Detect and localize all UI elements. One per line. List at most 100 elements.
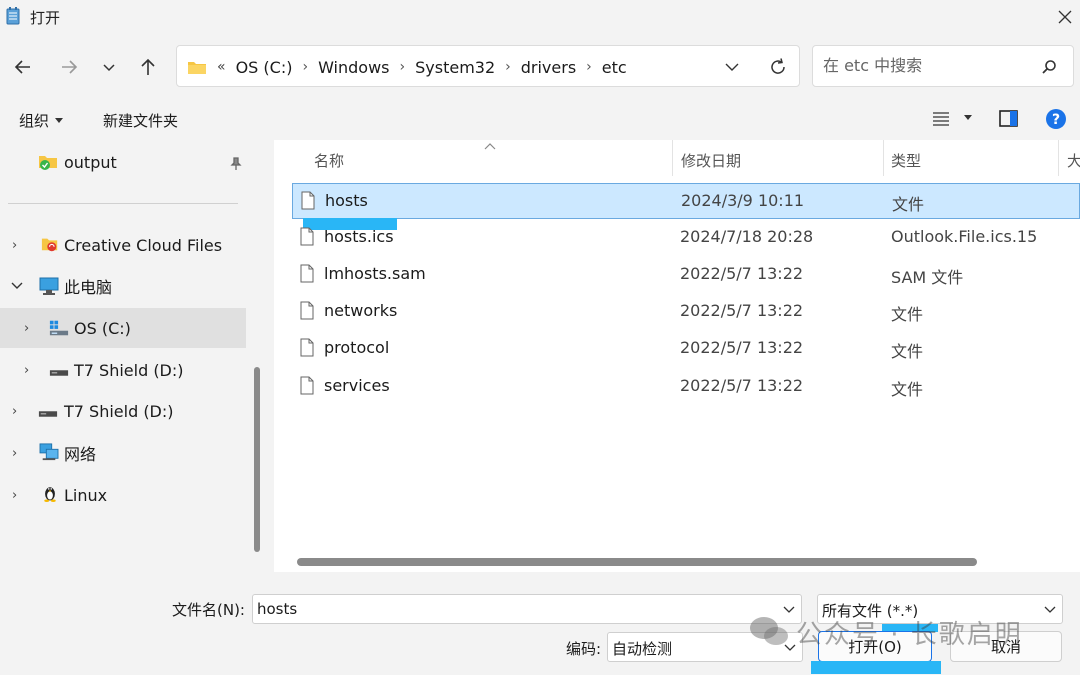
file-type: 文件 — [891, 380, 924, 399]
close-icon — [1058, 10, 1072, 24]
chevron-right-icon: › — [399, 59, 406, 75]
wechat-logo-icon — [750, 617, 788, 645]
address-history-button[interactable] — [717, 52, 747, 82]
file-row[interactable]: hosts 2024/3/9 10:11 文件 — [292, 183, 1080, 219]
forward-button[interactable] — [54, 52, 84, 82]
file-row[interactable]: lmhosts.sam 2022/5/7 13:22 SAM 文件 — [292, 257, 1080, 293]
sidebar-item-t7-shield[interactable]: › T7 Shield (D:) — [0, 391, 246, 431]
column-divider[interactable] — [672, 140, 673, 176]
chevron-right-icon[interactable]: › — [12, 488, 17, 503]
folder-sync-icon — [39, 156, 57, 170]
file-icon — [300, 301, 314, 320]
chevron-right-icon: › — [586, 59, 592, 75]
column-divider[interactable] — [883, 140, 884, 176]
breadcrumb-overflow[interactable]: « — [217, 59, 226, 75]
breadcrumb: « OS (C:) › Windows › System32 › drivers… — [187, 46, 627, 88]
chevron-right-icon[interactable]: › — [12, 404, 17, 419]
refresh-button[interactable] — [763, 52, 793, 82]
divider — [8, 203, 238, 204]
arrow-up-icon — [141, 58, 155, 75]
svg-text:?: ? — [1052, 112, 1060, 128]
file-type: SAM 文件 — [891, 268, 964, 287]
file-type: Outlook.File.ics.15 — [891, 227, 1038, 246]
preview-pane-button[interactable] — [999, 110, 1019, 132]
help-button[interactable]: ? — [1045, 108, 1067, 134]
file-date: 2022/5/7 13:22 — [680, 338, 804, 357]
sidebar-item-creative-cloud[interactable]: › Creative Cloud Files — [0, 225, 246, 265]
sidebar-label: output — [64, 152, 117, 172]
linux-penguin-icon — [44, 487, 56, 502]
chevron-right-icon: › — [302, 59, 309, 75]
breadcrumb-system32[interactable]: System32 — [415, 58, 495, 77]
sort-ascending-icon — [484, 143, 496, 150]
column-header-size[interactable]: 大 — [1067, 150, 1080, 171]
address-bar[interactable]: « OS (C:) › Windows › System32 › drivers… — [176, 45, 800, 87]
file-icon — [300, 338, 314, 357]
close-button[interactable] — [1052, 4, 1078, 30]
file-name: lmhosts.sam — [324, 264, 426, 283]
file-date: 2024/3/9 10:11 — [681, 191, 805, 210]
sidebar-item-network[interactable]: › 网络 — [0, 433, 246, 473]
file-row[interactable]: networks 2022/5/7 13:22 文件 — [292, 294, 1080, 330]
refresh-icon — [771, 58, 785, 74]
search-icon[interactable] — [1041, 59, 1057, 75]
file-name: services — [324, 376, 390, 395]
file-type: 文件 — [891, 342, 924, 361]
column-divider[interactable] — [1058, 140, 1059, 176]
file-row[interactable]: services 2022/5/7 13:22 文件 — [292, 369, 1080, 405]
view-options-button[interactable] — [932, 110, 972, 126]
drive-icon — [49, 370, 69, 376]
chevron-right-icon[interactable]: › — [24, 363, 29, 378]
back-button[interactable] — [8, 52, 38, 82]
search-box[interactable] — [812, 45, 1074, 87]
search-input[interactable] — [821, 55, 1035, 76]
breadcrumb-os-c[interactable]: OS (C:) — [236, 58, 293, 77]
breadcrumb-drivers[interactable]: drivers — [521, 58, 576, 77]
sidebar-label: Linux — [64, 485, 108, 505]
file-type: 文件 — [891, 305, 924, 324]
up-button[interactable] — [133, 52, 163, 82]
file-row[interactable]: hosts.ics 2024/7/18 20:28 Outlook.File.i… — [292, 220, 1080, 256]
chevron-right-icon[interactable]: › — [12, 446, 17, 461]
filename-label: 文件名(N): — [172, 601, 245, 619]
sidebar-label: OS (C:) — [74, 318, 131, 338]
file-date: 2022/5/7 13:22 — [680, 376, 804, 395]
sidebar-item-this-pc[interactable]: 此电脑 — [0, 266, 246, 306]
breadcrumb-etc[interactable]: etc — [602, 58, 627, 77]
pin-icon[interactable] — [229, 157, 243, 171]
breadcrumb-windows[interactable]: Windows — [318, 58, 389, 77]
navigation-pane: output › Creative Cloud Files 此电脑 › OS (… — [0, 140, 248, 574]
new-folder-button[interactable]: 新建文件夹 — [103, 110, 178, 131]
navigation-scrollbar[interactable] — [254, 367, 260, 552]
column-header-date[interactable]: 修改日期 — [681, 150, 741, 171]
filename-input[interactable]: hosts — [252, 594, 802, 624]
sidebar-item-os-c[interactable]: › OS (C:) — [0, 308, 246, 348]
file-name: hosts.ics — [324, 227, 394, 246]
sidebar-item-linux[interactable]: › Linux — [0, 475, 246, 515]
windows-drive-icon — [49, 320, 69, 336]
file-row[interactable]: protocol 2022/5/7 13:22 文件 — [292, 331, 1080, 367]
recent-locations-button[interactable] — [94, 52, 124, 82]
file-type: 文件 — [892, 195, 925, 214]
chevron-right-icon[interactable]: › — [24, 321, 29, 336]
sidebar-label: T7 Shield (D:) — [64, 401, 174, 421]
organize-menu[interactable]: 组织 — [19, 110, 64, 131]
quick-access-output[interactable]: output — [0, 142, 246, 182]
sidebar-item-t7-shield-nested[interactable]: › T7 Shield (D:) — [0, 350, 246, 390]
title-bar: 打开 — [0, 0, 1080, 36]
chevron-down-icon[interactable] — [10, 281, 24, 291]
chevron-down-icon[interactable] — [1044, 605, 1056, 615]
horizontal-scrollbar[interactable] — [297, 558, 977, 566]
chevron-right-icon[interactable]: › — [12, 238, 17, 253]
chevron-right-icon: › — [505, 59, 511, 75]
file-date: 2024/7/18 20:28 — [680, 227, 814, 246]
column-header-type[interactable]: 类型 — [891, 150, 921, 171]
chevron-down-icon — [725, 63, 739, 71]
file-icon — [301, 191, 315, 210]
file-name: protocol — [324, 338, 390, 357]
column-header-name[interactable]: 名称 — [314, 150, 344, 171]
sidebar-label: 此电脑 — [64, 278, 113, 297]
file-date: 2022/5/7 13:22 — [680, 264, 804, 283]
folder-icon — [188, 62, 206, 74]
file-icon — [300, 227, 314, 246]
